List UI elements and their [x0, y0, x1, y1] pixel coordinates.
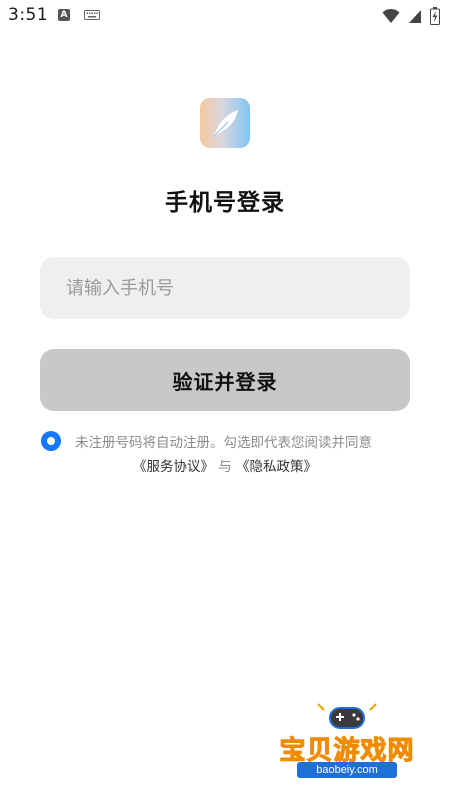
app-logo — [200, 98, 250, 148]
phone-input[interactable] — [40, 257, 410, 319]
status-bar: 3:51 A — [0, 0, 450, 32]
battery-icon — [430, 7, 440, 25]
agreement-text: 未注册号码将自动注册。勾选即代表您阅读并同意 — [75, 435, 372, 451]
wifi-icon — [382, 8, 400, 23]
keyboard-icon — [84, 10, 100, 20]
feather-logo-icon — [200, 98, 250, 148]
agree-radio[interactable] — [41, 431, 61, 451]
watermark-url: baobeiy.com — [297, 762, 397, 778]
gamepad-icon — [317, 703, 377, 729]
status-time: 3:51 — [8, 5, 49, 25]
notification-app-icon: A — [58, 9, 70, 21]
login-screen: 3:51 A 手机号登录 请输入手机号 验证并登录 未注册号码将自动注册。勾选即… — [0, 0, 450, 800]
page-title: 手机号登录 — [165, 190, 285, 216]
verify-login-button[interactable]: 验证并登录 — [40, 349, 410, 411]
privacy-policy-link[interactable]: 《隐私政策》 — [236, 459, 317, 475]
agreement-links: 《服务协议》 与 《隐私政策》 — [0, 455, 450, 475]
status-icons — [382, 6, 440, 26]
agreement-connector: 与 — [218, 459, 232, 475]
signal-icon — [409, 10, 421, 23]
service-agreement-link[interactable]: 《服务协议》 — [133, 459, 214, 475]
watermark: 宝贝游戏网 baobeiy.com — [272, 700, 422, 790]
